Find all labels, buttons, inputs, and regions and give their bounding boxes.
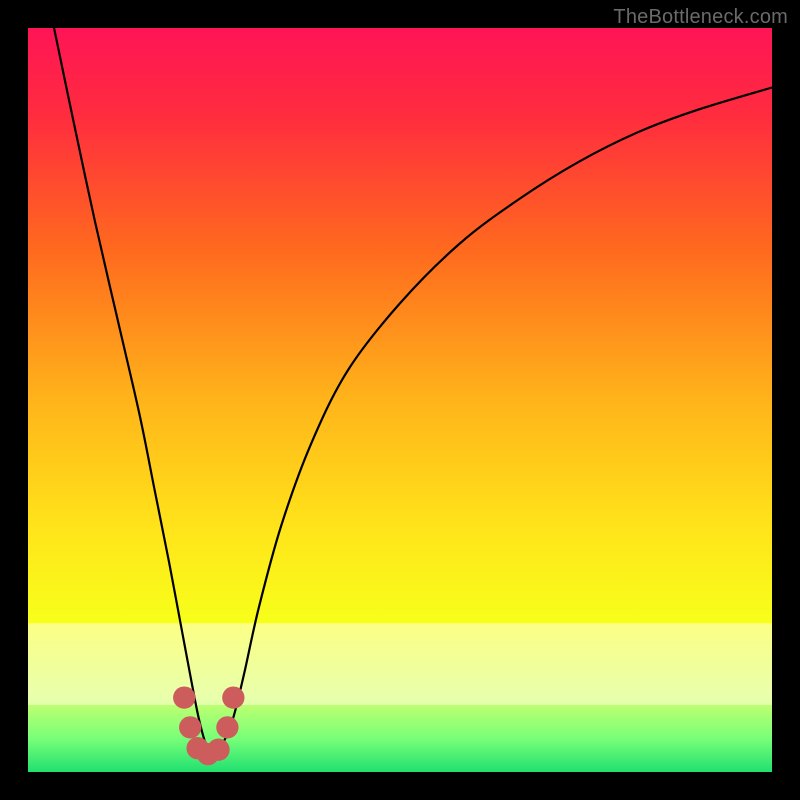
chart-frame: TheBottleneck.com	[0, 0, 800, 800]
highlight-point	[222, 686, 244, 708]
watermark-text: TheBottleneck.com	[613, 6, 788, 29]
highlight-point	[173, 686, 195, 708]
highlight-point	[216, 716, 238, 738]
pale-band	[28, 623, 772, 705]
highlight-point	[179, 716, 201, 738]
plot-area	[28, 28, 772, 772]
chart-svg	[28, 28, 772, 772]
highlight-point	[207, 739, 229, 761]
